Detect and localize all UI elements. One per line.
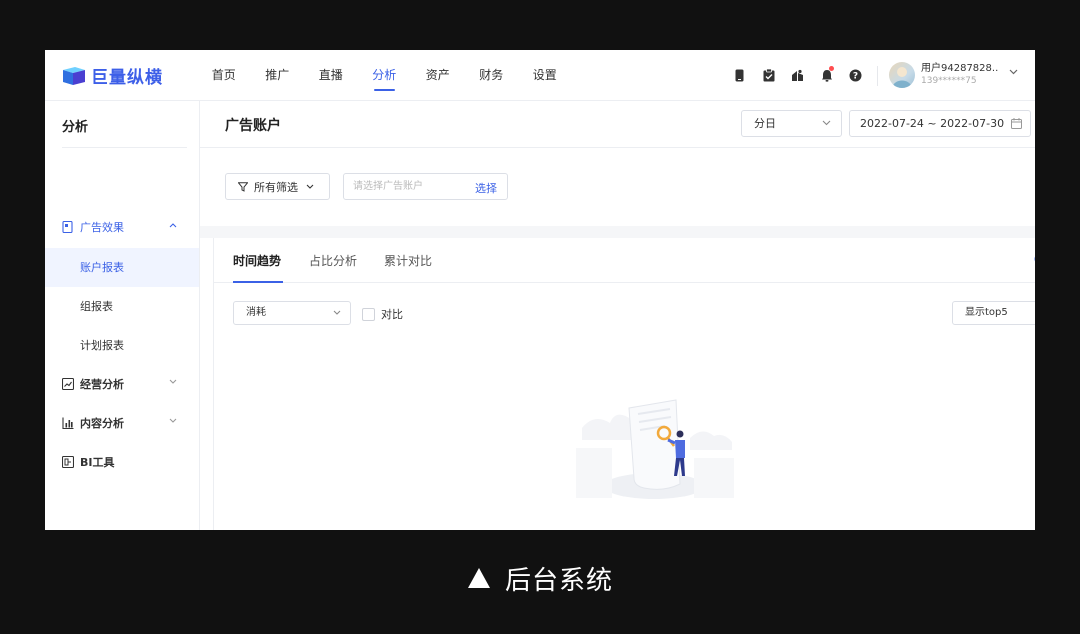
help-icon[interactable]: ? [847, 67, 864, 84]
sidebar-group-label: BI工具 [80, 456, 115, 469]
metric-select[interactable]: 消耗 [233, 301, 351, 325]
all-filters-button[interactable]: 所有筛选 [225, 173, 330, 200]
granularity-value: 分日 [754, 117, 776, 130]
toolbar-icons: ? [731, 66, 864, 84]
all-filters-label: 所有筛选 [254, 180, 298, 194]
tab-time-trend[interactable]: 时间趋势 [233, 252, 281, 269]
doc-icon [62, 221, 73, 233]
nav-analysis[interactable]: 分析 [358, 50, 412, 101]
brand-logo[interactable]: 巨量纵横 [61, 63, 163, 88]
avatar [889, 62, 915, 88]
sidebar-item-account-report[interactable]: 账户报表 [45, 248, 199, 287]
chevron-down-icon [822, 120, 831, 126]
chevron-down-icon [169, 418, 177, 423]
nav-settings[interactable]: 设置 [518, 50, 572, 101]
app-window: 巨量纵横 首页 推广 直播 分析 资产 财务 设置 ? 用户94287828..… [45, 50, 1035, 530]
page-header: 广告账户 分日 2022-07-24 ~ 2022-07-30 [200, 101, 1035, 148]
active-tab-indicator [233, 281, 283, 283]
tab-proportion[interactable]: 占比分析 [309, 252, 357, 269]
account-selector: 选择 [343, 173, 508, 200]
sidebar-group-content[interactable]: 内容分析 [45, 405, 199, 441]
triangle-up-icon [467, 568, 490, 588]
phone-icon[interactable] [731, 67, 748, 84]
metric-value: 消耗 [246, 307, 266, 318]
top5-value: 显示top5 [965, 307, 1008, 318]
brand-cube-icon [63, 66, 85, 85]
brand-name: 巨量纵横 [91, 68, 163, 88]
compare-checkbox[interactable] [362, 307, 375, 321]
main-nav: 首页 推广 直播 分析 资产 财务 设置 [197, 50, 572, 101]
chart-board-icon [62, 378, 74, 390]
section-gap [200, 226, 1035, 238]
compare-toggle[interactable]: 对比 [362, 306, 403, 322]
user-name: 用户94287828... [921, 63, 999, 74]
gift-icon[interactable] [789, 67, 806, 84]
nav-assets[interactable]: 资产 [411, 50, 465, 101]
sidebar-group-label: 内容分析 [80, 417, 124, 430]
nav-finance[interactable]: 财务 [465, 50, 519, 101]
more-icon[interactable] [1032, 254, 1035, 264]
bar-chart-icon [62, 417, 74, 429]
account-select-link[interactable]: 选择 [475, 180, 497, 196]
bell-icon[interactable] [818, 66, 835, 84]
user-phone: 139******75 [921, 76, 977, 86]
sidebar-divider [62, 147, 187, 148]
caption-text: 后台系统 [504, 565, 613, 596]
chevron-down-icon [1009, 69, 1018, 75]
page-title: 广告账户 [225, 118, 281, 134]
sidebar-item-group-report[interactable]: 组报表 [45, 287, 199, 326]
tab-cumulative[interactable]: 累计对比 [384, 252, 432, 269]
chevron-down-icon [333, 310, 341, 315]
analysis-card: 时间趋势 占比分析 累计对比 消耗 对比 显示top5 [213, 238, 1035, 530]
bi-icon [62, 456, 74, 468]
clipboard-icon[interactable] [760, 67, 777, 84]
compare-label: 对比 [381, 308, 403, 321]
filter-icon [238, 181, 248, 192]
filter-bar: 所有筛选 选择 [200, 148, 1035, 226]
account-input[interactable] [353, 174, 463, 199]
caption: 后台系统 [0, 558, 1080, 598]
sidebar: 分析 广告效果 账户报表 组报表 计划报表 经营分析 内容分析 BI工具 [45, 101, 200, 530]
sidebar-group-label: 广告效果 [80, 221, 124, 234]
chevron-up-icon [169, 223, 177, 228]
analysis-tabs: 时间趋势 占比分析 累计对比 [214, 238, 1035, 283]
calendar-icon [1011, 118, 1022, 129]
sidebar-group-label: 经营分析 [80, 378, 124, 391]
granularity-select[interactable]: 分日 [741, 110, 842, 137]
nav-promotion[interactable]: 推广 [251, 50, 305, 101]
top-bar: 巨量纵横 首页 推广 直播 分析 资产 财务 设置 ? 用户94287828..… [45, 50, 1035, 101]
date-range-value: 2022-07-24 ~ 2022-07-30 [860, 117, 1005, 130]
sidebar-item-plan-report[interactable]: 计划报表 [45, 326, 199, 365]
sidebar-group-business[interactable]: 经营分析 [45, 366, 199, 402]
sidebar-title: 分析 [62, 120, 89, 135]
top5-select[interactable]: 显示top5 [952, 301, 1035, 325]
notification-dot [829, 66, 834, 71]
sidebar-group-bi-tools[interactable]: BI工具 [45, 444, 199, 480]
chevron-down-icon [169, 379, 177, 384]
chevron-down-icon [306, 184, 314, 189]
nav-live[interactable]: 直播 [304, 50, 358, 101]
user-menu[interactable]: 用户94287828... 139******75 [889, 62, 1018, 88]
nav-home[interactable]: 首页 [197, 50, 251, 101]
sidebar-group-ad-effect[interactable]: 广告效果 [45, 209, 199, 245]
svg-text:?: ? [853, 72, 858, 82]
toolbar-divider [877, 66, 878, 86]
date-range-picker[interactable]: 2022-07-24 ~ 2022-07-30 [849, 110, 1031, 137]
empty-state-illustration [576, 399, 734, 499]
